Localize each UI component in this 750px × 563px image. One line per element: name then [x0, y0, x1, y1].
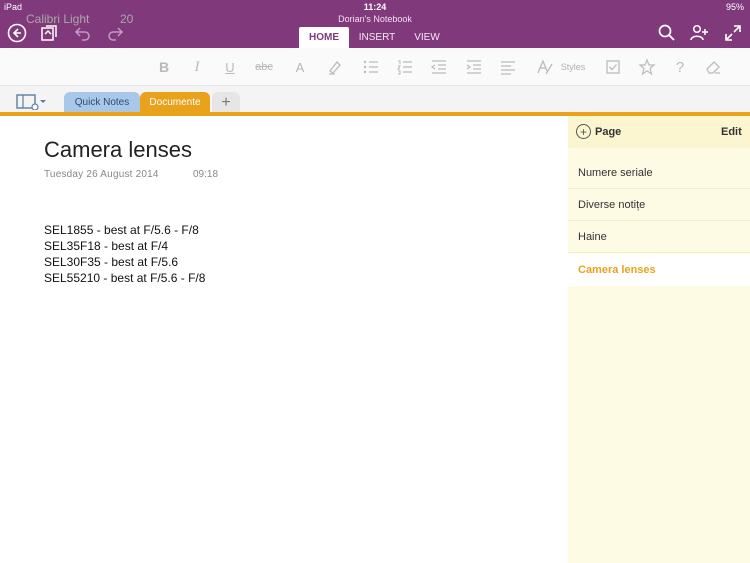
battery-level: 95%	[725, 2, 744, 12]
strikethrough-button[interactable]: abc	[251, 48, 277, 86]
underline-button[interactable]: U	[221, 48, 239, 86]
bullet-list-icon[interactable]	[360, 48, 382, 86]
styles-icon[interactable]	[533, 48, 557, 86]
add-page-label: Page	[595, 125, 622, 138]
italic-button[interactable]: I	[188, 48, 206, 86]
search-icon[interactable]	[656, 22, 678, 44]
notebooks-icon[interactable]	[16, 93, 50, 111]
note-line[interactable]: SEL55210 - best at F/5.6 - F/8	[44, 270, 205, 286]
font-size-select[interactable]: 20	[120, 0, 133, 38]
expand-icon[interactable]	[722, 22, 744, 44]
clock: 11:24	[363, 2, 387, 12]
section-tab-documente[interactable]: Documente	[140, 92, 210, 114]
page-date: Tuesday 26 August 2014	[44, 169, 159, 180]
styles-label[interactable]: Styles	[557, 48, 589, 86]
edit-pages-button[interactable]: Edit	[721, 126, 742, 138]
page-item-camera-lenses[interactable]: Camera lenses	[568, 254, 750, 286]
bold-button[interactable]: B	[155, 48, 173, 86]
page-item-numere-seriale[interactable]: Numere seriale	[568, 157, 750, 189]
note-line[interactable]: SEL30F35 - best at F/5.6	[44, 254, 205, 270]
page-item-haine[interactable]: Haine	[568, 221, 750, 253]
todo-checkbox-icon[interactable]	[602, 48, 624, 86]
note-body[interactable]: SEL1855 - best at F/5.6 - F/8 SEL35F18 -…	[44, 222, 205, 286]
numbered-list-icon[interactable]	[394, 48, 416, 86]
note-line[interactable]: SEL1855 - best at F/5.6 - F/8	[44, 222, 205, 238]
section-tab-quick-notes[interactable]: Quick Notes	[64, 92, 140, 114]
add-circle-icon: +	[576, 124, 591, 139]
font-color-button[interactable]: A	[291, 48, 309, 86]
page-title[interactable]: Camera lenses	[44, 137, 192, 163]
align-icon[interactable]	[497, 48, 519, 86]
clear-formatting-icon[interactable]	[702, 48, 724, 86]
tab-insert[interactable]: INSERT	[352, 27, 402, 48]
decrease-indent-icon[interactable]	[428, 48, 450, 86]
tab-home[interactable]: HOME	[299, 27, 349, 48]
page-time: 09:18	[193, 169, 219, 180]
question-tag-icon[interactable]: ?	[670, 48, 690, 86]
add-section-button[interactable]: +	[212, 92, 240, 114]
increase-indent-icon[interactable]	[463, 48, 485, 86]
star-tag-icon[interactable]	[636, 48, 658, 86]
share-add-person-icon[interactable]	[688, 22, 710, 44]
font-name-select[interactable]: Calibri Light	[26, 0, 89, 38]
note-line[interactable]: SEL35F18 - best at F/4	[44, 238, 205, 254]
highlight-icon[interactable]	[325, 48, 345, 86]
back-icon[interactable]	[6, 22, 28, 44]
tab-view[interactable]: VIEW	[404, 27, 450, 48]
add-page-button[interactable]: + Page	[576, 124, 621, 139]
page-item-diverse-notite[interactable]: Diverse notițe	[568, 189, 750, 221]
